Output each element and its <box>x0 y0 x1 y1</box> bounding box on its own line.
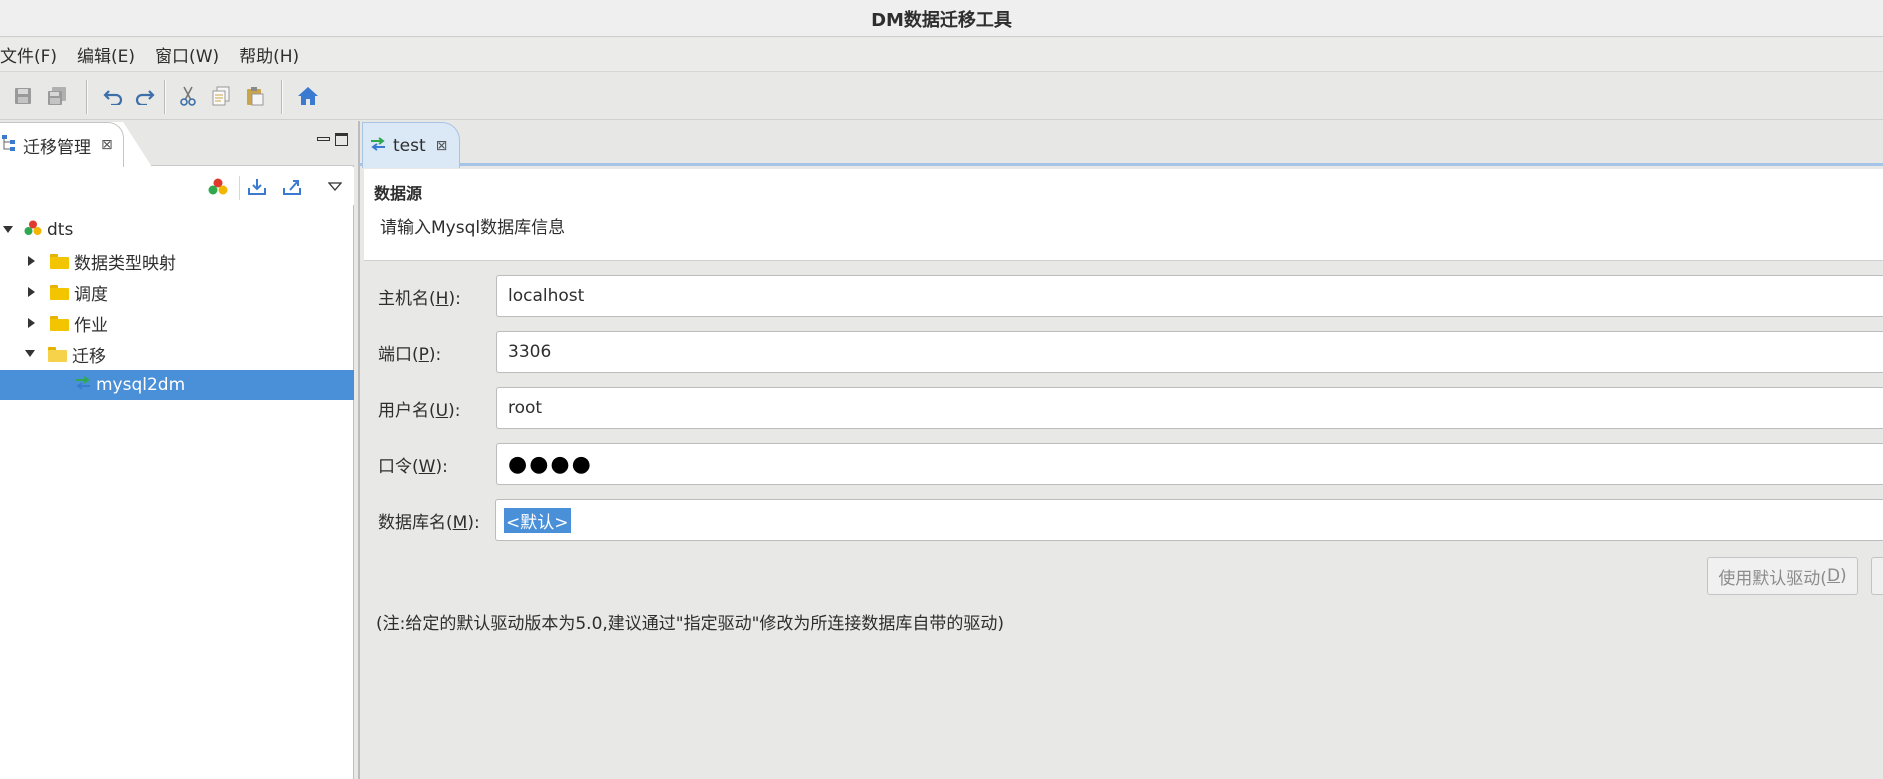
tree-label: 数据类型映射 <box>74 253 176 274</box>
panel-tab-strip: 迁移管理 ⊠ <box>0 121 354 167</box>
home-icon[interactable] <box>297 85 319 107</box>
export-icon[interactable] <box>281 177 303 197</box>
tree-view-icon <box>1 134 17 157</box>
tree-label: 调度 <box>74 284 108 305</box>
database-input[interactable]: <默认> <box>495 499 1883 541</box>
window-title: DM数据迁移工具 <box>871 10 1012 31</box>
caret-down-icon[interactable] <box>24 348 36 360</box>
port-input[interactable]: 3306 <box>496 331 1883 373</box>
cut-icon[interactable] <box>177 85 199 107</box>
use-default-driver-button[interactable]: 使用默认驱动(D) <box>1707 557 1858 595</box>
tab-test[interactable]: test ⊠ <box>362 122 460 168</box>
migration-icon <box>74 375 92 395</box>
tree-label: 作业 <box>74 315 108 336</box>
database-label: 数据库名(M): <box>378 513 480 533</box>
maximize-icon[interactable] <box>335 133 348 146</box>
redo-icon[interactable] <box>134 85 156 107</box>
editor-tab-strip: test ⊠ <box>360 121 1883 168</box>
specify-driver-button[interactable] <box>1871 557 1883 595</box>
connect-icon[interactable] <box>207 177 229 197</box>
close-icon[interactable]: ⊠ <box>436 138 448 154</box>
host-input[interactable]: localhost <box>496 275 1883 317</box>
password-input[interactable]: ●●●● <box>496 443 1883 485</box>
project-icon <box>24 220 42 241</box>
host-label: 主机名(H): <box>378 289 461 309</box>
menu-window[interactable]: 窗口(W) <box>145 42 229 67</box>
close-icon[interactable]: ⊠ <box>101 137 113 153</box>
tree-node-mysql2dm[interactable]: mysql2dm <box>0 370 354 400</box>
migration-panel: 迁移管理 ⊠ dts 数据类型映射 调度 作业 迁移 mysql2dm <box>0 121 354 779</box>
menu-bar: 文件(F) 编辑(E) 窗口(W) 帮助(H) <box>0 38 1883 72</box>
main-toolbar <box>0 73 1883 120</box>
form-header: 数据源 请输入Mysql数据库信息 <box>364 169 1883 261</box>
caret-right-icon[interactable] <box>26 317 38 329</box>
panel-actions <box>0 167 354 205</box>
username-input[interactable]: root <box>496 387 1883 429</box>
folder-icon <box>50 253 69 269</box>
tree-node-schedule[interactable]: 调度 <box>0 277 354 307</box>
save-icon[interactable] <box>12 85 34 107</box>
caret-right-icon[interactable] <box>26 255 38 267</box>
tree-node-type-mapping[interactable]: 数据类型映射 <box>0 246 354 276</box>
paste-icon[interactable] <box>244 85 266 107</box>
tree-label: 迁移 <box>72 346 106 367</box>
minimize-icon[interactable] <box>316 133 330 146</box>
editor-area: test ⊠ 数据源 请输入Mysql数据库信息 主机名(H): localho… <box>358 121 1883 779</box>
tab-migration-management[interactable]: 迁移管理 ⊠ <box>0 122 124 167</box>
copy-icon[interactable] <box>210 85 232 107</box>
tree-node-migration[interactable]: 迁移 <box>0 339 354 369</box>
tab-label: 迁移管理 <box>23 137 91 158</box>
view-menu-icon[interactable] <box>324 177 346 197</box>
header-subtitle: 请输入Mysql数据库信息 <box>380 218 566 238</box>
save-all-icon[interactable] <box>46 85 68 107</box>
undo-icon[interactable] <box>102 85 124 107</box>
password-label: 口令(W): <box>378 457 448 477</box>
header-title: 数据源 <box>374 184 423 203</box>
folder-icon <box>50 284 69 300</box>
tree-label: dts <box>47 220 74 240</box>
port-label: 端口(P): <box>378 345 442 365</box>
tree-node-dts[interactable]: dts <box>0 215 354 245</box>
folder-icon <box>50 315 69 331</box>
tab-label: test <box>393 135 426 156</box>
folder-open-icon <box>48 346 67 362</box>
tree-node-jobs[interactable]: 作业 <box>0 308 354 338</box>
tree-label: mysql2dm <box>96 375 186 395</box>
menu-edit[interactable]: 编辑(E) <box>67 42 145 67</box>
caret-right-icon[interactable] <box>26 286 38 298</box>
import-icon[interactable] <box>246 177 268 197</box>
caret-down-icon[interactable] <box>2 224 14 236</box>
menu-help[interactable]: 帮助(H) <box>229 42 309 67</box>
driver-note: (注:给定的默认驱动版本为5.0,建议通过"指定驱动"修改为所连接数据库自带的驱… <box>376 614 1005 634</box>
username-label: 用户名(U): <box>378 401 461 421</box>
title-bar: DM数据迁移工具 <box>0 0 1883 37</box>
migration-icon <box>369 136 387 156</box>
menu-file[interactable]: 文件(F) <box>0 42 67 67</box>
